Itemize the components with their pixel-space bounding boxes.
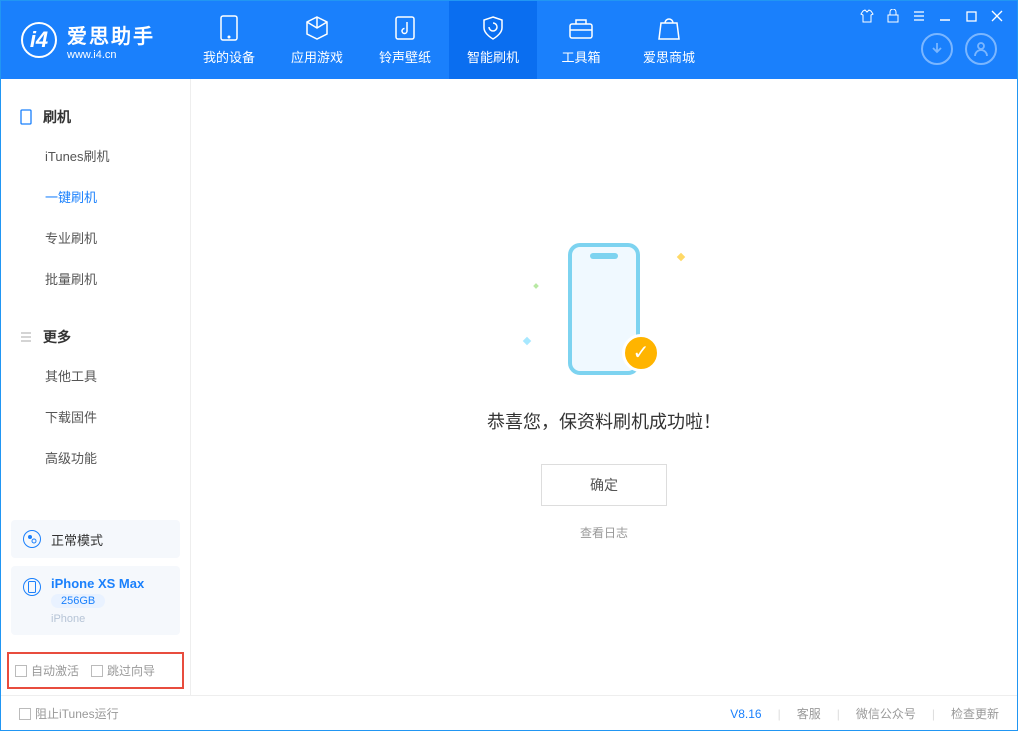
checkbox-skip-guide[interactable]: 跳过向导 <box>91 662 155 679</box>
main-content: ✓ 恭喜您，保资料刷机成功啦！ 确定 查看日志 <box>191 79 1017 695</box>
shirt-icon[interactable] <box>859 9 875 23</box>
window-controls <box>859 9 1005 23</box>
mode-label: 正常模式 <box>51 530 103 549</box>
tab-label: 爱思商城 <box>643 47 695 66</box>
phone-small-icon <box>19 110 33 124</box>
bag-icon <box>656 15 682 41</box>
lock-icon[interactable] <box>885 9 901 23</box>
mode-icon <box>23 530 41 548</box>
shield-icon <box>480 15 506 41</box>
device-storage: 256GB <box>51 594 105 608</box>
footer: 阻止iTunes运行 V8.16 | 客服 | 微信公众号 | 检查更新 <box>1 695 1017 731</box>
checkbox-icon <box>91 665 103 677</box>
success-message: 恭喜您，保资料刷机成功啦！ <box>487 408 721 434</box>
view-log-link[interactable]: 查看日志 <box>580 524 628 541</box>
tab-label: 工具箱 <box>561 47 600 66</box>
tab-flash[interactable]: 智能刷机 <box>449 1 537 79</box>
sidebar-item-batch[interactable]: 批量刷机 <box>1 258 190 299</box>
sidebar-item-firmware[interactable]: 下载固件 <box>1 396 190 437</box>
sidebar-item-advanced[interactable]: 高级功能 <box>1 437 190 478</box>
tab-apps[interactable]: 应用游戏 <box>273 1 361 79</box>
sidebar-item-pro[interactable]: 专业刷机 <box>1 217 190 258</box>
logo-icon: i4 <box>21 22 57 58</box>
footer-left: 阻止iTunes运行 <box>19 705 119 722</box>
tab-my-device[interactable]: 我的设备 <box>185 1 273 79</box>
minimize-icon[interactable] <box>937 9 953 23</box>
footer-link-support[interactable]: 客服 <box>797 705 821 722</box>
tab-store[interactable]: 爱思商城 <box>625 1 713 79</box>
maximize-icon[interactable] <box>963 9 979 23</box>
header: i4 爱思助手 www.i4.cn 我的设备 应用游戏 铃声壁纸 智能刷机 工具… <box>1 1 1017 79</box>
group-title-more: 更多 <box>1 319 190 355</box>
sidebar: 刷机 iTunes刷机 一键刷机 专业刷机 批量刷机 更多 其他工具 下载固件 … <box>1 79 191 695</box>
tab-label: 应用游戏 <box>291 47 343 66</box>
tab-label: 铃声壁纸 <box>379 47 431 66</box>
sparkle-icon <box>677 252 685 260</box>
checkbox-block-itunes[interactable]: 阻止iTunes运行 <box>19 705 119 722</box>
group-title-text: 刷机 <box>43 107 71 127</box>
logo-area: i4 爱思助手 www.i4.cn <box>21 20 155 61</box>
checkbox-icon <box>15 665 27 677</box>
footer-link-update[interactable]: 检查更新 <box>951 705 999 722</box>
list-icon <box>19 330 33 344</box>
app-subtitle: www.i4.cn <box>67 49 155 61</box>
cube-icon <box>304 15 330 41</box>
separator: | <box>778 707 781 721</box>
checkbox-icon <box>19 708 31 720</box>
checkbox-auto-activate[interactable]: 自动激活 <box>15 662 79 679</box>
menu-icon[interactable] <box>911 9 927 23</box>
check-badge-icon: ✓ <box>622 334 660 372</box>
group-title-text: 更多 <box>43 327 71 347</box>
sidebar-item-other[interactable]: 其他工具 <box>1 355 190 396</box>
sidebar-group-more: 更多 其他工具 下载固件 高级功能 <box>1 309 190 488</box>
device-name: iPhone XS Max <box>51 576 144 591</box>
user-icon[interactable] <box>965 33 997 65</box>
tab-label: 我的设备 <box>203 47 255 66</box>
checkbox-label: 阻止iTunes运行 <box>35 705 119 722</box>
close-icon[interactable] <box>989 9 1005 23</box>
device-cards: 正常模式 iPhone XS Max 256GB iPhone <box>11 520 180 643</box>
phone-icon <box>216 15 242 41</box>
separator: | <box>837 707 840 721</box>
ok-button[interactable]: 确定 <box>541 464 667 506</box>
sidebar-item-itunes[interactable]: iTunes刷机 <box>1 135 190 176</box>
checkbox-label: 自动激活 <box>31 662 79 679</box>
mode-card[interactable]: 正常模式 <box>11 520 180 558</box>
header-actions <box>921 33 997 65</box>
device-icon <box>23 578 41 596</box>
success-illustration: ✓ <box>504 234 704 384</box>
body: 刷机 iTunes刷机 一键刷机 专业刷机 批量刷机 更多 其他工具 下载固件 … <box>1 79 1017 695</box>
download-icon[interactable] <box>921 33 953 65</box>
sidebar-group-flash: 刷机 iTunes刷机 一键刷机 专业刷机 批量刷机 <box>1 89 190 309</box>
app-title: 爱思助手 <box>67 20 155 49</box>
sidebar-item-oneclick[interactable]: 一键刷机 <box>1 176 190 217</box>
tab-ringtone[interactable]: 铃声壁纸 <box>361 1 449 79</box>
version-label: V8.16 <box>730 707 761 721</box>
nav-tabs: 我的设备 应用游戏 铃声壁纸 智能刷机 工具箱 爱思商城 <box>185 1 713 79</box>
music-icon <box>392 15 418 41</box>
separator: | <box>932 707 935 721</box>
logo-text: 爱思助手 www.i4.cn <box>67 20 155 61</box>
highlighted-options: 自动激活 跳过向导 <box>7 652 184 689</box>
tab-label: 智能刷机 <box>467 47 519 66</box>
device-card[interactable]: iPhone XS Max 256GB iPhone <box>11 566 180 635</box>
group-title-flash: 刷机 <box>1 99 190 135</box>
sparkle-icon <box>533 283 539 289</box>
device-info: iPhone XS Max 256GB iPhone <box>51 576 144 625</box>
tab-toolbox[interactable]: 工具箱 <box>537 1 625 79</box>
footer-right: V8.16 | 客服 | 微信公众号 | 检查更新 <box>730 705 999 722</box>
sparkle-icon <box>523 336 531 344</box>
toolbox-icon <box>568 15 594 41</box>
footer-link-wechat[interactable]: 微信公众号 <box>856 705 916 722</box>
checkbox-label: 跳过向导 <box>107 662 155 679</box>
device-type: iPhone <box>51 613 144 625</box>
